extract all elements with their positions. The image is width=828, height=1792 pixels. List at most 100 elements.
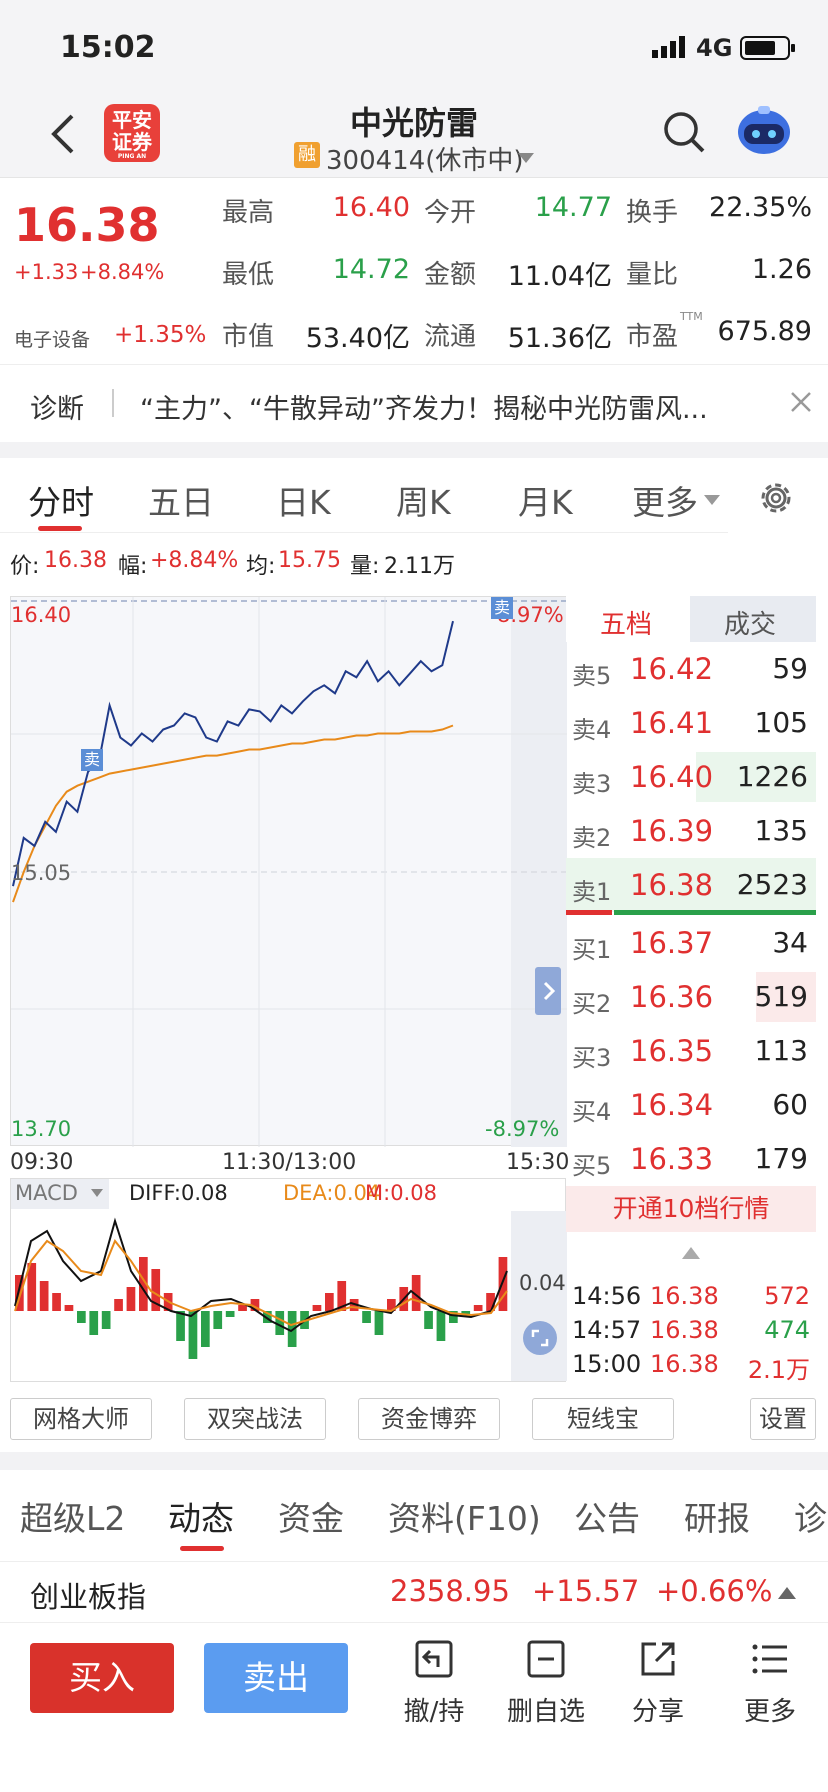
ask-strength-bar [614, 910, 816, 915]
ask-volume: 1226 [736, 760, 808, 793]
grid-master-button[interactable]: 网格大师 [10, 1398, 152, 1440]
macd-selector[interactable]: MACD [11, 1179, 109, 1209]
trade-price: 16.38 [650, 1316, 719, 1344]
expand-chevron-icon[interactable] [535, 967, 561, 1015]
tab-trades[interactable]: 成交 [690, 596, 816, 642]
intraday-chart[interactable]: 16.40 15.05 13.70 8.97% -8.97% 卖 卖 [10, 596, 567, 1147]
tab-five-levels[interactable]: 五档 [566, 596, 690, 642]
diagnosis-bar[interactable]: 诊断 “主力”、“牛散异动”齐发力！揭秘中光防雷风... [0, 364, 828, 442]
search-icon[interactable] [662, 110, 706, 154]
macd-bar [89, 1311, 99, 1335]
y-axis-bottom: 13.70 [11, 1117, 72, 1141]
ask-label: 卖5 [572, 662, 612, 690]
tab-f10[interactable]: 资料(F10) [388, 1492, 541, 1540]
tab-capital[interactable]: 资金 [278, 1492, 344, 1540]
ask-row[interactable]: 卖2 16.39 135 [566, 804, 816, 858]
ask-label: 卖2 [572, 824, 612, 852]
settings-button[interactable]: 设置 [750, 1398, 816, 1440]
ask-volume: 105 [754, 706, 808, 739]
stock-code-status[interactable]: 300414(休市中) [326, 140, 524, 177]
tab-intraday[interactable]: 分时 [28, 476, 94, 524]
bid-price: 16.35 [630, 1034, 714, 1068]
remove-watchlist-label[interactable]: 删自选 [501, 1691, 591, 1728]
upgrade-10-levels-button[interactable]: 开通10档行情 [566, 1186, 816, 1232]
tab-monthly-k[interactable]: 月K [518, 476, 573, 524]
cancel-hold-icon[interactable] [414, 1639, 454, 1679]
bid-label: 买5 [572, 1152, 612, 1180]
trade-volume: 474 [764, 1316, 810, 1344]
float-label: 流通 [424, 322, 477, 352]
x-axis-start: 09:30 [10, 1150, 74, 1175]
sell-marker[interactable]: 卖 [491, 597, 513, 619]
capital-game-button[interactable]: 资金博弈 [358, 1398, 500, 1440]
chart-tabs: 分时 五日 日K 周K 月K 更多 [0, 458, 828, 534]
ask-label: 卖4 [572, 716, 612, 744]
macd-bar [424, 1311, 433, 1329]
close-icon[interactable] [790, 391, 812, 413]
tab-announcements[interactable]: 公告 [574, 1492, 640, 1540]
ask-price: 16.41 [630, 706, 714, 740]
tab-more[interactable]: 更多 [632, 476, 698, 524]
remove-watchlist-icon[interactable] [526, 1639, 566, 1679]
bid-row[interactable]: 买5 16.33 179 [566, 1132, 816, 1186]
tab-research[interactable]: 研报 [684, 1492, 750, 1540]
bid-label: 买3 [572, 1044, 612, 1072]
signal-icon [652, 36, 690, 58]
sell-button[interactable]: 卖出 [204, 1643, 348, 1713]
index-ticker[interactable]: 创业板指 2358.95 +15.57 +0.66% [0, 1562, 828, 1622]
ask-row[interactable]: 卖1 16.38 2523 [566, 858, 816, 912]
macd-right-value: 0.04 [519, 1271, 566, 1295]
info-avg-label: 均: [246, 554, 276, 579]
order-book: 五档 成交 卖5 16.42 59 卖4 16.41 105 卖3 16.40 1226 卖… [566, 596, 816, 1384]
bid-row[interactable]: 买3 16.35 113 [566, 1024, 816, 1078]
tab-weekly-k[interactable]: 周K [396, 476, 451, 524]
sector-name[interactable]: 电子设备 [14, 325, 90, 352]
index-change-pct: +0.66% [656, 1574, 773, 1608]
double-breakout-button[interactable]: 双突战法 [184, 1398, 326, 1440]
low-value: 14.72 [332, 254, 410, 285]
bid-price: 16.37 [630, 926, 714, 960]
average-price-line [12, 724, 454, 903]
menu-icon[interactable] [750, 1639, 790, 1679]
bid-row[interactable]: 买4 16.34 60 [566, 1078, 816, 1132]
buy-button[interactable]: 买入 [30, 1643, 174, 1713]
ask-price: 16.38 [630, 868, 714, 902]
gear-icon[interactable] [756, 478, 796, 518]
bid-volume: 113 [754, 1034, 808, 1067]
tab-daily-k[interactable]: 日K [276, 476, 331, 524]
bid-volume: 60 [772, 1088, 808, 1121]
share-icon[interactable] [638, 1639, 678, 1679]
trade-time: 15:00 [572, 1350, 642, 1378]
cancel-hold-label[interactable]: 撤/持 [389, 1691, 479, 1728]
share-label[interactable]: 分享 [613, 1691, 703, 1728]
tab-news[interactable]: 动态 [168, 1492, 234, 1540]
tab-underline [38, 526, 82, 531]
fullscreen-icon[interactable] [523, 1321, 557, 1355]
tab-five-day[interactable]: 五日 [148, 476, 214, 524]
ask-price: 16.39 [630, 814, 714, 848]
bid-row[interactable]: 买2 16.36 519 [566, 970, 816, 1024]
diagnosis-label: 诊断 [30, 394, 84, 425]
sell-marker[interactable]: 卖 [81, 749, 103, 771]
info-price-label: 价: [10, 554, 40, 579]
robot-assistant-icon[interactable] [734, 100, 794, 160]
more-label[interactable]: 更多 [725, 1691, 815, 1728]
bid-row[interactable]: 买1 16.37 34 [566, 916, 816, 970]
tab-super-l2[interactable]: 超级L2 [20, 1492, 125, 1540]
macd-bar [77, 1311, 86, 1323]
short-line-button[interactable]: 短线宝 [532, 1398, 674, 1440]
ask-volume: 2523 [736, 868, 808, 901]
scroll-up-icon[interactable] [682, 1246, 700, 1260]
expand-up-icon[interactable] [778, 1586, 796, 1600]
ask-row[interactable]: 卖5 16.42 59 [566, 642, 816, 696]
pe-value: 675.89 [717, 316, 812, 347]
tab-diagnosis[interactable]: 诊 [794, 1492, 828, 1540]
dropdown-icon[interactable] [518, 150, 534, 163]
ask-label: 卖1 [572, 878, 612, 906]
ask-row[interactable]: 卖4 16.41 105 [566, 696, 816, 750]
divider [112, 389, 114, 417]
ask-row[interactable]: 卖3 16.40 1226 [566, 750, 816, 804]
turnover-value: 22.35% [709, 192, 812, 223]
info-avg: 15.75 [278, 548, 341, 573]
more-dropdown-icon[interactable] [704, 492, 720, 505]
